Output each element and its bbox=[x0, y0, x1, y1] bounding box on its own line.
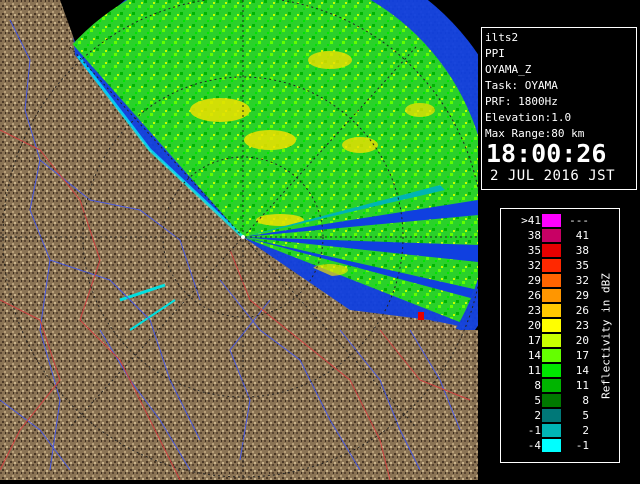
legend-low-value: -1 bbox=[527, 424, 541, 437]
legend-low-value: 32 bbox=[527, 259, 541, 272]
legend-row: 29 32 bbox=[501, 274, 611, 288]
legend-low-value: 23 bbox=[527, 304, 541, 317]
task-name: Task: OYAMA bbox=[485, 79, 558, 92]
legend-row: 11 14 bbox=[501, 364, 611, 378]
legend-high-value: 20 bbox=[575, 334, 589, 347]
radar-canvas bbox=[0, 0, 520, 481]
legend-unit-label: Reflectivity in dBZ bbox=[599, 272, 613, 399]
legend-color-swatch bbox=[542, 244, 561, 257]
legend-color-swatch bbox=[542, 409, 561, 422]
legend-row: 35 38 bbox=[501, 244, 611, 258]
prf-value: PRF: 1800Hz bbox=[485, 95, 558, 108]
reflectivity-legend: >41 --- 38 41 35 38 32 35 29 32 26 29 23 26 20 23 17 20 14… bbox=[500, 208, 620, 463]
legend-color-swatch bbox=[542, 214, 561, 227]
legend-color-swatch bbox=[542, 229, 561, 242]
legend-color-swatch bbox=[542, 289, 561, 302]
legend-low-value: 5 bbox=[534, 394, 541, 407]
legend-color-swatch bbox=[542, 319, 561, 332]
legend-row: 8 11 bbox=[501, 379, 611, 393]
product-name: ilts2 bbox=[485, 31, 519, 44]
legend-color-swatch bbox=[542, 379, 561, 392]
legend-high-value: 29 bbox=[575, 289, 589, 302]
legend-low-value: 26 bbox=[527, 289, 541, 302]
legend-color-swatch bbox=[542, 364, 561, 377]
legend-high-value: 8 bbox=[582, 394, 589, 407]
radar-ppi-map[interactable] bbox=[0, 0, 520, 481]
legend-low-value: 20 bbox=[527, 319, 541, 332]
legend-high-value: 11 bbox=[575, 379, 589, 392]
scan-info-panel: ilts2 PPI OYAMA_Z Task: OYAMA PRF: 1800H… bbox=[481, 27, 637, 190]
legend-high-value: --- bbox=[569, 214, 589, 227]
legend-low-value: 8 bbox=[534, 379, 541, 392]
legend-color-swatch bbox=[542, 274, 561, 287]
legend-color-swatch bbox=[542, 334, 561, 347]
legend-low-value: -4 bbox=[527, 439, 541, 452]
legend-low-value: 2 bbox=[534, 409, 541, 422]
legend-row: 14 17 bbox=[501, 349, 611, 363]
legend-high-value: 17 bbox=[575, 349, 589, 362]
scan-time: 18:00:26 bbox=[486, 139, 607, 168]
legend-row: 23 26 bbox=[501, 304, 611, 318]
scan-type: PPI bbox=[485, 47, 505, 60]
legend-row: >41 --- bbox=[501, 214, 611, 228]
legend-color-swatch bbox=[542, 304, 561, 317]
legend-color-swatch bbox=[542, 439, 561, 452]
legend-color-swatch bbox=[542, 259, 561, 272]
legend-color-swatch bbox=[542, 394, 561, 407]
legend-low-value: 29 bbox=[527, 274, 541, 287]
legend-high-value: -1 bbox=[575, 439, 589, 452]
legend-color-swatch bbox=[542, 424, 561, 437]
radar-site-marker bbox=[241, 235, 245, 239]
scan-date: 2 JUL 2016 JST bbox=[490, 168, 616, 184]
legend-high-value: 14 bbox=[575, 364, 589, 377]
legend-high-value: 35 bbox=[575, 259, 589, 272]
legend-high-value: 2 bbox=[582, 424, 589, 437]
legend-row: 17 20 bbox=[501, 334, 611, 348]
legend-high-value: 32 bbox=[575, 274, 589, 287]
legend-unit: Reflectivity in dBZ bbox=[596, 209, 616, 462]
legend-row: 26 29 bbox=[501, 289, 611, 303]
legend-row: -1 2 bbox=[501, 424, 611, 438]
legend-row: 25 bbox=[501, 409, 611, 423]
legend-high-value: 26 bbox=[575, 304, 589, 317]
legend-high-value: 41 bbox=[575, 229, 589, 242]
legend-row: 38 41 bbox=[501, 229, 611, 243]
legend-high-value: 23 bbox=[575, 319, 589, 332]
elevation-value: Elevation:1.0 bbox=[485, 111, 572, 124]
legend-row: 32 35 bbox=[501, 259, 611, 273]
legend-row: 20 23 bbox=[501, 319, 611, 333]
legend-low-value: 11 bbox=[527, 364, 541, 377]
field-name: OYAMA_Z bbox=[485, 63, 532, 76]
legend-row: -4 -1 bbox=[501, 439, 611, 453]
legend-low-value: 14 bbox=[527, 349, 541, 362]
legend-low-value: 35 bbox=[527, 244, 541, 257]
legend-high-value: 5 bbox=[582, 409, 589, 422]
legend-low-value: 38 bbox=[527, 229, 541, 242]
legend-row: 58 bbox=[501, 394, 611, 408]
legend-low-value: 17 bbox=[527, 334, 541, 347]
legend-color-swatch bbox=[542, 349, 561, 362]
strong-echo-cell bbox=[418, 312, 424, 320]
legend-high-value: 38 bbox=[575, 244, 589, 257]
legend-low-value: >41 bbox=[521, 214, 541, 227]
